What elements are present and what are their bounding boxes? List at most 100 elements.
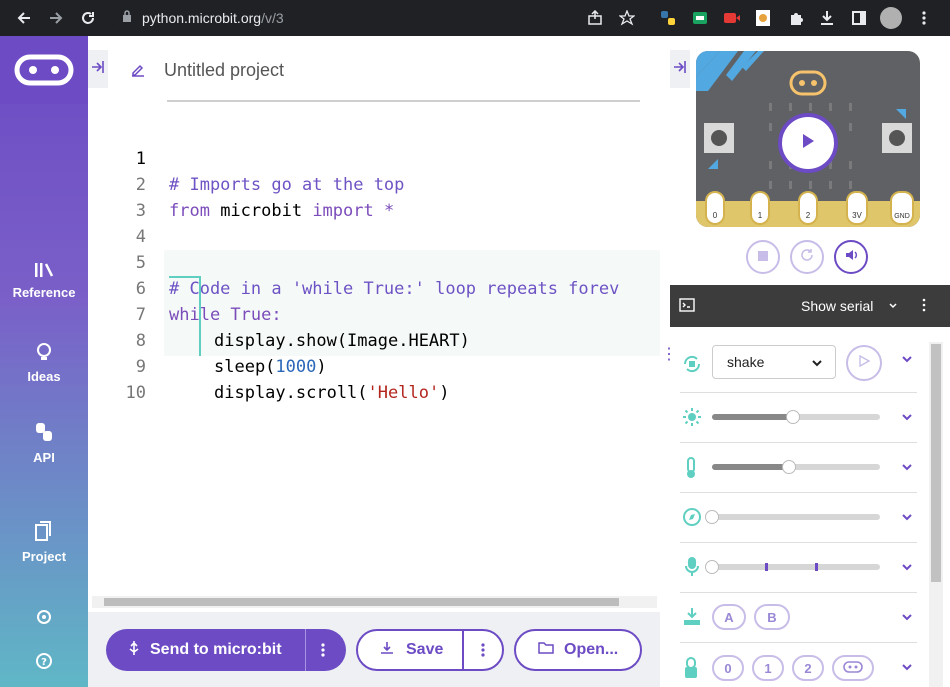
chevron-down-icon[interactable] <box>901 511 913 526</box>
collapse-sidebar-button[interactable] <box>88 50 108 88</box>
show-serial-button[interactable]: Show serial <box>801 298 873 314</box>
slider-knob[interactable] <box>705 560 719 574</box>
chevron-down-icon[interactable] <box>901 611 913 626</box>
sidebar-item-api[interactable]: API <box>0 421 88 465</box>
temperature-row <box>680 443 917 493</box>
puzzle-icon[interactable] <box>786 8 806 28</box>
compass-row <box>680 493 917 543</box>
panel-resize-handle[interactable]: ⋮ <box>661 347 677 372</box>
chevron-down-icon[interactable] <box>888 298 898 314</box>
gesture-select[interactable]: shake <box>712 345 836 379</box>
vertical-scrollbar[interactable] <box>929 342 943 687</box>
address-bar[interactable]: python.microbit.org/v/3 <box>110 4 645 32</box>
more-options-icon[interactable] <box>320 642 326 663</box>
stop-button[interactable] <box>746 240 780 274</box>
microbit-logo[interactable] <box>0 36 88 104</box>
chevron-down-icon[interactable] <box>901 353 913 368</box>
slider-knob[interactable] <box>782 460 797 474</box>
python-extension-icon[interactable] <box>658 8 678 28</box>
reload-icon[interactable] <box>76 6 100 30</box>
pin-2[interactable]: 2 <box>798 191 818 225</box>
photo-extension-icon[interactable] <box>753 8 773 28</box>
code-line[interactable]: 7 display.show(Image.HEART) <box>88 276 660 351</box>
chevron-down-icon[interactable] <box>901 411 913 426</box>
touch-pin-0[interactable]: 0 <box>712 655 744 681</box>
mute-button[interactable] <box>834 240 868 274</box>
code-line[interactable]: 1 # Imports go at the top <box>88 120 660 195</box>
slider-fill <box>712 464 790 470</box>
chevron-down-icon[interactable] <box>901 661 913 676</box>
download-icon <box>380 641 394 660</box>
scrollbar-thumb[interactable] <box>931 344 941 582</box>
accelerometer-icon <box>682 355 702 378</box>
code-line[interactable]: 4 <box>88 198 660 247</box>
project-name[interactable]: Untitled project <box>164 60 284 81</box>
temperature-slider[interactable] <box>712 460 880 474</box>
open-button[interactable]: Open... <box>514 629 642 671</box>
code-line[interactable]: 10 <box>88 354 660 403</box>
avatar[interactable] <box>880 7 902 29</box>
code-line[interactable]: 9 display.scroll('Hello') <box>88 328 660 403</box>
reset-button[interactable] <box>790 240 824 274</box>
slider-knob[interactable] <box>705 510 719 524</box>
button-a[interactable]: A <box>712 604 746 630</box>
touch-pin-2[interactable]: 2 <box>792 655 824 681</box>
share-icon[interactable] <box>585 8 605 28</box>
back-icon[interactable] <box>12 6 36 30</box>
chevron-down-icon[interactable] <box>901 561 913 576</box>
slider-knob[interactable] <box>785 410 800 424</box>
code-line[interactable]: 2 from microbit import * <box>88 146 660 221</box>
speaker-icon <box>844 248 858 267</box>
collapse-simulator-button[interactable] <box>670 50 690 88</box>
serial-menu-icon[interactable] <box>922 298 926 315</box>
edit-name-icon[interactable] <box>130 61 146 82</box>
sidebar-item-label: Ideas <box>27 369 61 384</box>
send-to-microbit-button[interactable]: Send to micro:bit <box>106 629 346 671</box>
pin-label: 3V <box>852 211 862 220</box>
string-literal: 'Hello' <box>367 383 440 403</box>
code-editor[interactable]: 1 # Imports go at the top 2 from microbi… <box>88 120 660 403</box>
thermometer-icon <box>684 457 698 484</box>
code-text: display.scroll('Hello') <box>214 380 449 406</box>
sidebar-item-ideas[interactable]: Ideas <box>0 342 88 384</box>
help-button[interactable]: ? <box>0 652 88 673</box>
code-line[interactable]: 8 sleep(1000) <box>88 302 660 377</box>
scrollbar-thumb[interactable] <box>104 598 619 606</box>
sidebar-item-project[interactable]: Project <box>0 520 88 564</box>
threshold-marker[interactable] <box>765 563 768 571</box>
pin-0[interactable]: 0 <box>705 191 725 225</box>
sidepanel-icon[interactable] <box>849 8 869 28</box>
chevron-down-icon[interactable] <box>901 461 913 476</box>
pin-gnd[interactable]: GND <box>890 191 914 225</box>
code-line[interactable]: 5 # Code in a 'while True:' loop repeats… <box>88 224 660 299</box>
sound-slider[interactable] <box>705 560 880 574</box>
save-button[interactable]: Save <box>356 629 504 671</box>
sidebar-item-reference[interactable]: Reference <box>0 262 88 300</box>
play-button[interactable] <box>778 113 838 173</box>
threshold-marker[interactable] <box>815 563 818 571</box>
video-extension-icon[interactable] <box>722 8 742 28</box>
microphone-icon <box>684 556 700 583</box>
settings-button[interactable] <box>0 608 88 629</box>
chat-extension-icon[interactable] <box>690 8 710 28</box>
python-icon <box>33 421 55 446</box>
button-b[interactable]: B <box>754 604 790 630</box>
code-line[interactable]: 6 while True: <box>88 250 660 325</box>
light-slider[interactable] <box>712 410 880 424</box>
touch-logo[interactable] <box>832 655 874 681</box>
more-options-icon[interactable] <box>480 642 486 663</box>
sidebar-item-label: Reference <box>12 285 76 300</box>
gesture-value: shake <box>727 354 765 370</box>
download-icon[interactable] <box>817 8 837 28</box>
pin-3v[interactable]: 3V <box>846 191 868 225</box>
code-line[interactable]: 3 <box>88 172 660 221</box>
forward-icon[interactable] <box>44 6 68 30</box>
compass-slider[interactable] <box>705 510 880 524</box>
star-icon[interactable] <box>617 8 637 28</box>
touch-pin-1[interactable]: 1 <box>752 655 784 681</box>
pin-1[interactable]: 1 <box>750 191 770 225</box>
send-gesture-button[interactable] <box>846 345 882 381</box>
menu-dots-icon[interactable] <box>914 8 934 28</box>
chevron-down-icon <box>811 356 823 372</box>
horizontal-scrollbar[interactable] <box>92 596 657 608</box>
